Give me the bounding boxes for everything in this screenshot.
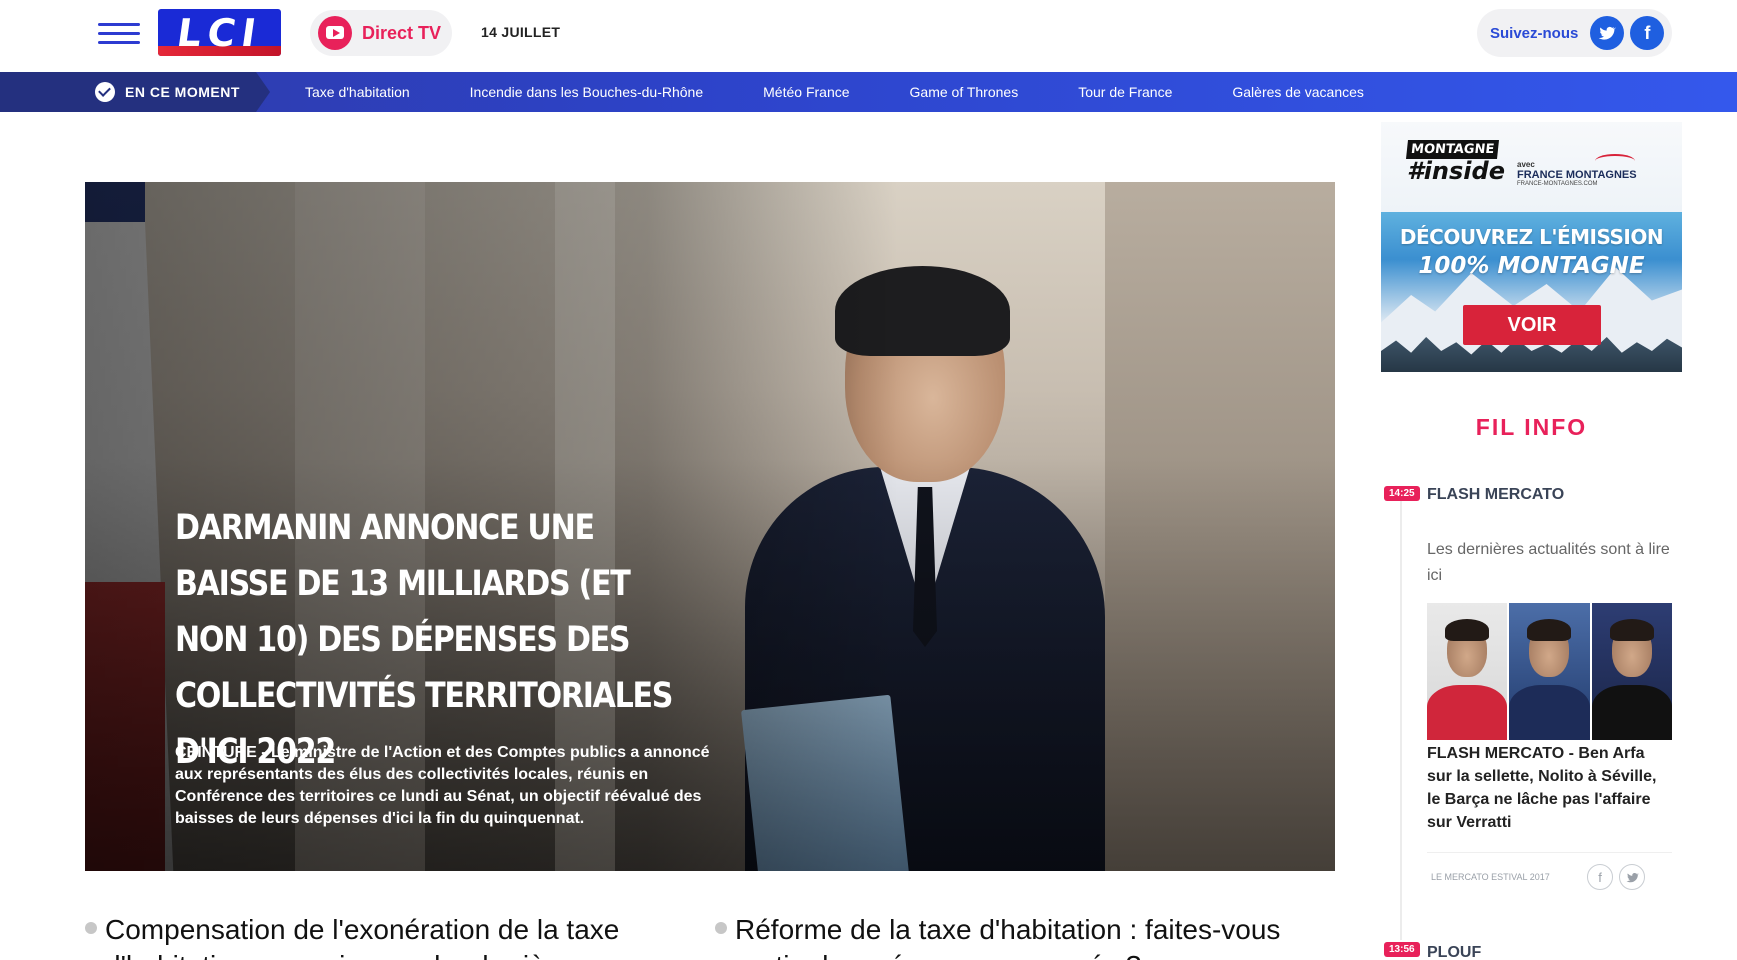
fil-info-category[interactable]: PLOUF bbox=[1427, 944, 1481, 960]
header-date: 14 JUILLET bbox=[481, 24, 561, 40]
fil-info-thumbnail[interactable] bbox=[1427, 603, 1672, 740]
trending-link-tour[interactable]: Tour de France bbox=[1078, 84, 1172, 100]
fil-info-story-title[interactable]: FLASH MERCATO - Ben Arfa sur la sellette… bbox=[1427, 742, 1672, 834]
twitter-share-icon[interactable] bbox=[1619, 864, 1645, 890]
bullet-icon bbox=[715, 922, 727, 934]
follow-box: Suivez-nous f bbox=[1477, 9, 1672, 57]
fil-info-tag[interactable]: LE MERCATO ESTIVAL 2017 bbox=[1431, 872, 1581, 882]
bullet-icon bbox=[85, 922, 97, 934]
ad-cta-button[interactable]: VOIR bbox=[1463, 305, 1601, 345]
advertisement-banner[interactable]: MONTAGNE #inside avec FRANCE MONTAGNES F… bbox=[1381, 122, 1682, 372]
fil-info-title: FIL INFO bbox=[1475, 414, 1588, 440]
fil-info-item[interactable]: 13:56 PLOUF bbox=[1384, 942, 1684, 960]
trending-link-galeres[interactable]: Galères de vacances bbox=[1232, 84, 1364, 100]
hero-lead: CEINTURE - Le ministre de l'Action et de… bbox=[175, 742, 715, 830]
facebook-icon[interactable]: f bbox=[1630, 16, 1665, 50]
montagne-inside-logo: MONTAGNE #inside bbox=[1406, 140, 1505, 185]
article-card[interactable]: Compensation de l'exonération de la taxe… bbox=[85, 912, 665, 960]
lci-logo[interactable]: LCI bbox=[158, 9, 281, 56]
trending-link-incendie[interactable]: Incendie dans les Bouches-du-Rhône bbox=[470, 84, 704, 100]
check-circle-icon bbox=[95, 82, 115, 102]
hero-kicker: CEINTURE bbox=[175, 744, 257, 761]
twitter-icon[interactable] bbox=[1590, 16, 1625, 50]
en-ce-moment-tag: EN CE MOMENT bbox=[0, 72, 270, 112]
fil-info-item[interactable]: 14:25 FLASH MERCATO Les dernières actual… bbox=[1384, 486, 1684, 896]
trending-link-taxe[interactable]: Taxe d'habitation bbox=[305, 84, 410, 100]
trending-link-got[interactable]: Game of Thrones bbox=[910, 84, 1019, 100]
en-ce-moment-label: EN CE MOMENT bbox=[125, 84, 240, 100]
site-header: LCI Direct TV 14 JUILLET Suivez-nous f bbox=[0, 0, 1737, 72]
fil-info-meta: LE MERCATO ESTIVAL 2017 f bbox=[1427, 864, 1672, 890]
ad-subheadline: 100% MONTAGNE bbox=[1418, 253, 1645, 279]
facebook-share-icon[interactable]: f bbox=[1587, 864, 1613, 890]
trending-links: Taxe d'habitation Incendie dans les Bouc… bbox=[305, 72, 1424, 112]
follow-label: Suivez-nous bbox=[1490, 24, 1579, 42]
time-badge: 13:56 bbox=[1384, 942, 1420, 957]
time-badge: 14:25 bbox=[1384, 486, 1420, 501]
fil-info-description[interactable]: Les dernières actualités sont à lire ici bbox=[1427, 537, 1677, 589]
article-headline[interactable]: Compensation de l'exonération de la taxe… bbox=[105, 912, 665, 960]
article-headline[interactable]: Réforme de la taxe d'habitation : faites… bbox=[735, 912, 1295, 960]
france-montagnes-logo: avec FRANCE MONTAGNES FRANCE-MONTAGNES.C… bbox=[1517, 154, 1637, 187]
play-icon bbox=[318, 16, 352, 50]
ad-headline: DÉCOUVREZ L'ÉMISSION bbox=[1399, 225, 1664, 249]
trending-bar: EN CE MOMENT Taxe d'habitation Incendie … bbox=[0, 72, 1737, 112]
hero-article[interactable]: DARMANIN ANNONCE UNE BAISSE DE 13 MILLIA… bbox=[85, 182, 1335, 871]
menu-icon[interactable] bbox=[98, 20, 140, 46]
hero-title[interactable]: DARMANIN ANNONCE UNE BAISSE DE 13 MILLIA… bbox=[175, 500, 708, 780]
fil-info-category[interactable]: FLASH MERCATO bbox=[1427, 486, 1564, 504]
direct-tv-button[interactable]: Direct TV bbox=[310, 10, 452, 56]
article-card[interactable]: Réforme de la taxe d'habitation : faites… bbox=[715, 912, 1295, 960]
trending-link-meteo[interactable]: Météo France bbox=[763, 84, 849, 100]
direct-tv-label: Direct TV bbox=[362, 22, 442, 43]
